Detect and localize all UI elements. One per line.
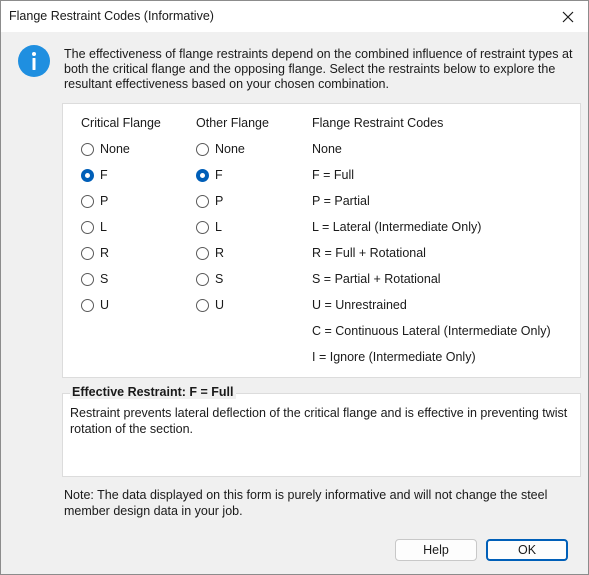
restraint-code-item: P = Partial	[312, 194, 370, 208]
other-flange-radio-u[interactable]: U	[196, 298, 224, 312]
critical-flange-header: Critical Flange	[81, 116, 161, 130]
other-flange-radio-none[interactable]: None	[196, 142, 245, 156]
radio-label: P	[100, 194, 109, 208]
critical-flange-radio-s[interactable]: S	[81, 272, 108, 286]
critical-flange-radio-f[interactable]: F	[81, 168, 108, 182]
radio-button[interactable]	[196, 168, 209, 182]
restraint-code-item: U = Unrestrained	[312, 298, 407, 312]
radio-label: U	[100, 298, 110, 312]
radio-button[interactable]	[81, 246, 94, 260]
radio-label: F	[215, 168, 223, 182]
help-button[interactable]: Help	[395, 539, 477, 561]
radio-button[interactable]	[196, 142, 209, 156]
radio-button[interactable]	[196, 246, 209, 260]
other-flange-header: Other Flange	[196, 116, 269, 130]
radio-label: R	[100, 246, 110, 260]
other-flange-radio-s[interactable]: S	[196, 272, 223, 286]
close-button[interactable]	[548, 1, 588, 32]
radio-label: L	[215, 220, 222, 234]
ok-button[interactable]: OK	[486, 539, 568, 561]
radio-button[interactable]	[196, 272, 209, 286]
restraint-code-item: S = Partial + Rotational	[312, 272, 441, 286]
intro-text: The effectiveness of flange restraints d…	[64, 47, 573, 91]
critical-flange-radio-p[interactable]: P	[81, 194, 108, 208]
restraint-code-item: None	[312, 142, 342, 156]
radio-label: P	[215, 194, 224, 208]
radio-label: None	[215, 142, 245, 156]
radio-label: S	[100, 272, 109, 286]
radio-button[interactable]	[196, 298, 209, 312]
radio-button[interactable]	[81, 194, 94, 208]
title-bar: Flange Restraint Codes (Informative)	[1, 1, 588, 32]
radio-label: L	[100, 220, 107, 234]
radio-button[interactable]	[196, 194, 209, 208]
other-flange-radio-f[interactable]: F	[196, 168, 223, 182]
radio-button[interactable]	[81, 142, 94, 156]
info-icon	[18, 45, 50, 77]
radio-label: S	[215, 272, 224, 286]
close-icon	[562, 11, 574, 22]
restraint-code-item: F = Full	[312, 168, 355, 182]
restraint-code-item: R = Full + Rotational	[312, 246, 426, 260]
restraint-codes-header: Flange Restraint Codes	[312, 116, 444, 130]
radio-button[interactable]	[81, 168, 94, 182]
other-flange-radio-p[interactable]: P	[196, 194, 223, 208]
note-text: Note: The data displayed on this form is…	[64, 488, 548, 518]
effective-restraint-legend: Effective Restraint: F = Full	[70, 385, 236, 399]
radio-label: None	[100, 142, 130, 156]
radio-button[interactable]	[81, 220, 94, 234]
restraint-code-item: I = Ignore (Intermediate Only)	[312, 350, 476, 364]
critical-flange-radio-r[interactable]: R	[81, 246, 109, 260]
other-flange-radio-l[interactable]: L	[196, 220, 222, 234]
radio-button[interactable]	[81, 272, 94, 286]
restraint-selection-panel: Critical Flange Other Flange Flange Rest…	[62, 103, 581, 378]
radio-label: F	[100, 168, 108, 182]
radio-button[interactable]	[196, 220, 209, 234]
effective-restraint-description: Restraint prevents lateral deflection of…	[70, 406, 568, 436]
critical-flange-radio-none[interactable]: None	[81, 142, 130, 156]
window-title: Flange Restraint Codes (Informative)	[9, 9, 214, 23]
other-flange-radio-r[interactable]: R	[196, 246, 224, 260]
radio-button[interactable]	[81, 298, 94, 312]
radio-label: U	[215, 298, 225, 312]
radio-label: R	[215, 246, 225, 260]
restraint-code-item: L = Lateral (Intermediate Only)	[312, 220, 482, 234]
restraint-code-item: C = Continuous Lateral (Intermediate Onl…	[312, 324, 551, 338]
critical-flange-radio-u[interactable]: U	[81, 298, 109, 312]
critical-flange-radio-l[interactable]: L	[81, 220, 107, 234]
dialog-window: Flange Restraint Codes (Informative) The…	[0, 0, 589, 575]
